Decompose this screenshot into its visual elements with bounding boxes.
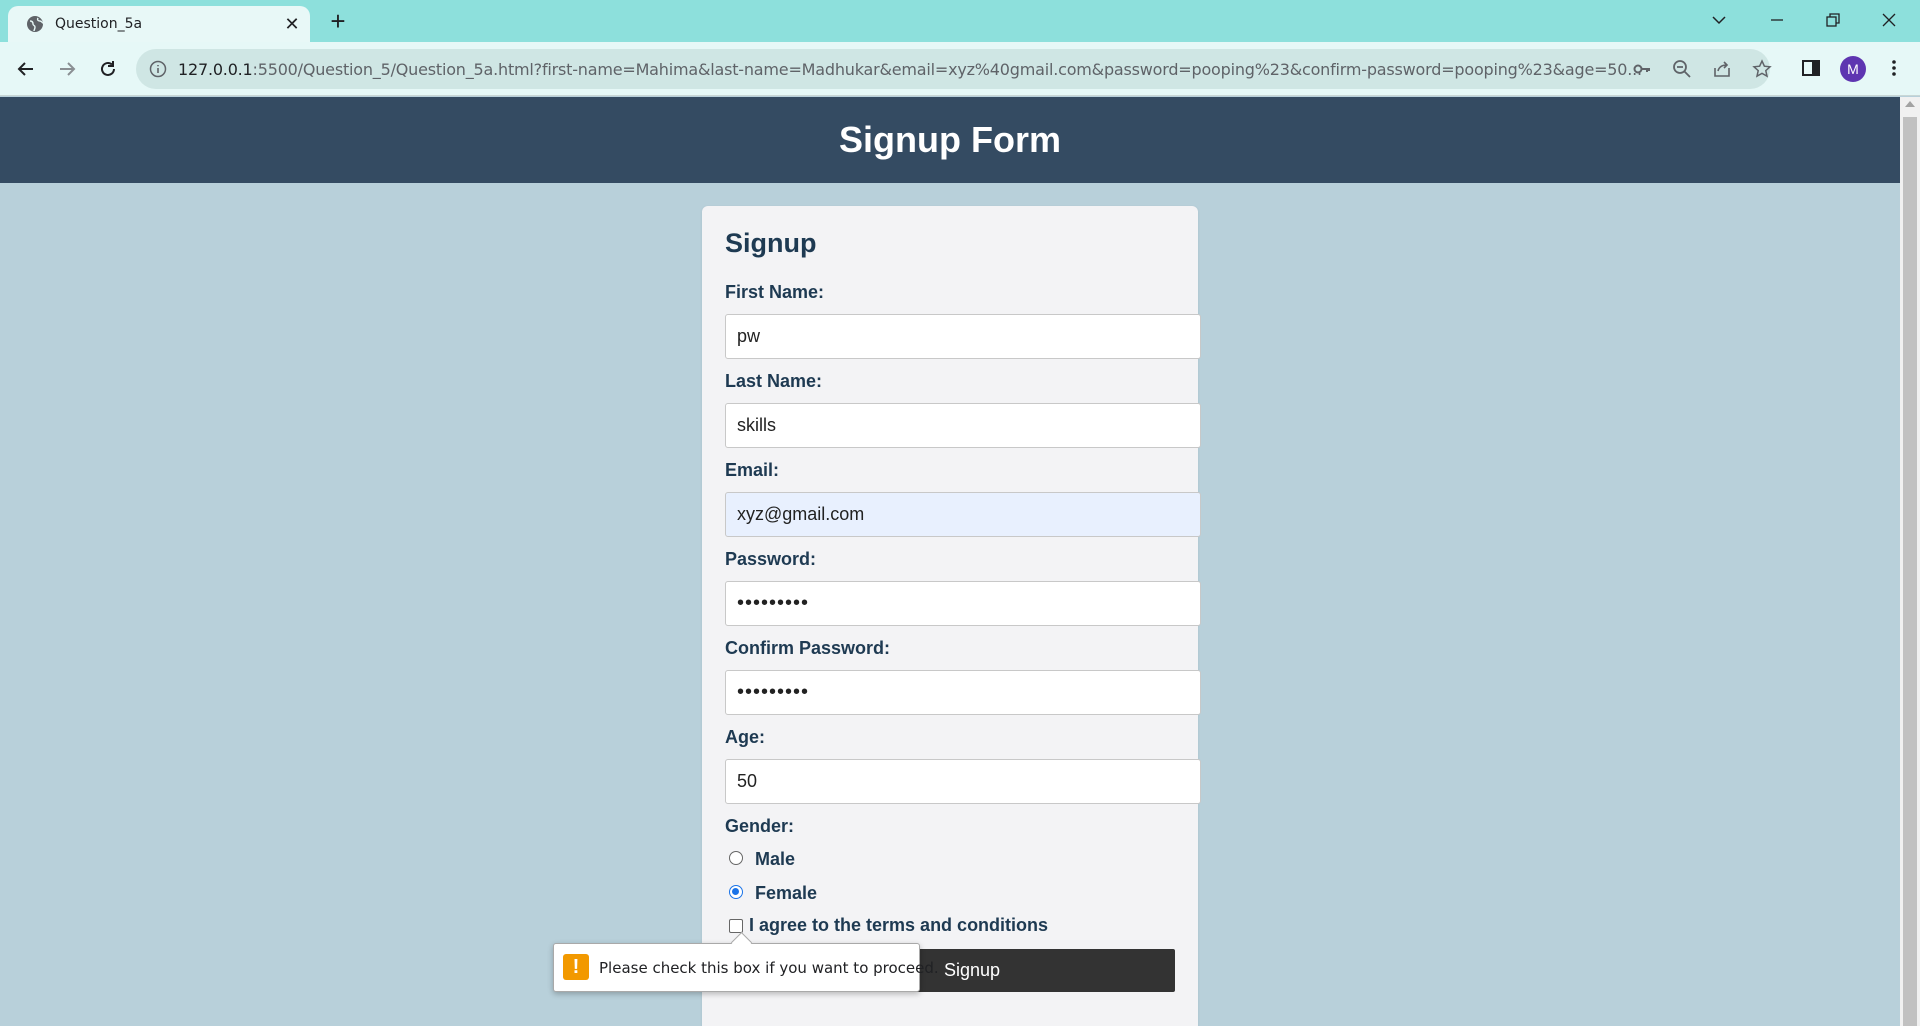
bookmark-star-icon[interactable] (1752, 59, 1772, 79)
first-name-label: First Name: (725, 282, 825, 302)
url-path: :5500/Question_5/Question_5a.html?first-… (252, 60, 1643, 79)
minimize-button[interactable] (1754, 4, 1800, 36)
close-icon (1882, 13, 1896, 27)
profile-avatar[interactable]: M (1840, 56, 1866, 82)
address-bar[interactable]: 127.0.0.1:5500/Question_5/Question_5a.ht… (136, 49, 1772, 89)
last-name-label: Last Name: (725, 371, 823, 391)
last-name-input[interactable]: skills (725, 403, 1201, 448)
scroll-thumb[interactable] (1903, 117, 1917, 1026)
minimize-icon (1771, 19, 1783, 21)
reload-icon (101, 61, 115, 76)
scroll-up-arrow-icon[interactable] (1905, 101, 1915, 107)
gender-male-label[interactable]: Male (755, 849, 795, 870)
password-input[interactable]: ••••••••• (725, 581, 1201, 626)
reload-button[interactable] (93, 54, 123, 84)
gender-female-label[interactable]: Female (755, 883, 817, 904)
more-menu-icon[interactable] (1884, 58, 1906, 80)
tab-title: Question_5a (55, 16, 143, 32)
warning-icon: ! (563, 954, 589, 980)
globe-icon (26, 15, 44, 33)
browser-tabstrip: Question_5a ✕ + (0, 0, 1920, 42)
new-tab-button[interactable]: + (324, 8, 352, 36)
terms-label[interactable]: I agree to the terms and conditions (749, 915, 1048, 936)
restore-icon (1826, 13, 1840, 27)
restore-button[interactable] (1810, 4, 1856, 36)
arrow-right-icon (60, 62, 76, 76)
tab-search-button[interactable] (1696, 4, 1742, 36)
browser-tab[interactable]: Question_5a ✕ (8, 6, 310, 42)
first-name-input[interactable]: pw (725, 314, 1201, 359)
url-host: 127.0.0.1 (178, 60, 253, 79)
close-tab-icon[interactable]: ✕ (282, 14, 302, 34)
gender-label: Gender: (725, 816, 795, 836)
password-label: Password: (725, 549, 817, 569)
confirm-password-label: Confirm Password: (725, 638, 891, 658)
age-input[interactable]: 50 (725, 759, 1201, 804)
email-input[interactable]: xyz@gmail.com (725, 492, 1201, 537)
url-text[interactable]: 127.0.0.1:5500/Question_5/Question_5a.ht… (178, 60, 1642, 79)
side-panel-icon[interactable] (1801, 58, 1823, 80)
confirm-password-input[interactable]: ••••••••• (725, 670, 1201, 715)
validation-message: Please check this box if you want to pro… (599, 959, 939, 977)
share-icon[interactable] (1712, 59, 1732, 79)
gender-male-radio[interactable] (729, 851, 743, 865)
signup-card: Signup First Name: pw Last Name: skills … (702, 206, 1201, 1026)
back-button[interactable] (11, 54, 41, 84)
form-title: Signup (725, 228, 817, 258)
validation-tooltip: ! Please check this box if you want to p… (553, 943, 939, 992)
forward-button[interactable] (52, 54, 82, 84)
arrow-left-icon (17, 62, 33, 76)
browser-toolbar: 127.0.0.1:5500/Question_5/Question_5a.ht… (0, 42, 1920, 96)
age-label: Age: (725, 727, 765, 747)
close-window-button[interactable] (1866, 4, 1912, 36)
site-info-icon[interactable] (149, 60, 167, 78)
page-scrollbar[interactable] (1900, 97, 1920, 1026)
chevron-down-icon (1712, 16, 1726, 25)
page-title: Signup Form (839, 119, 1061, 160)
email-label: Email: (725, 460, 780, 480)
gender-female-radio[interactable] (729, 885, 743, 899)
page-header: Signup Form (0, 97, 1900, 183)
key-icon[interactable] (1632, 59, 1652, 79)
zoom-out-icon[interactable] (1672, 59, 1692, 79)
